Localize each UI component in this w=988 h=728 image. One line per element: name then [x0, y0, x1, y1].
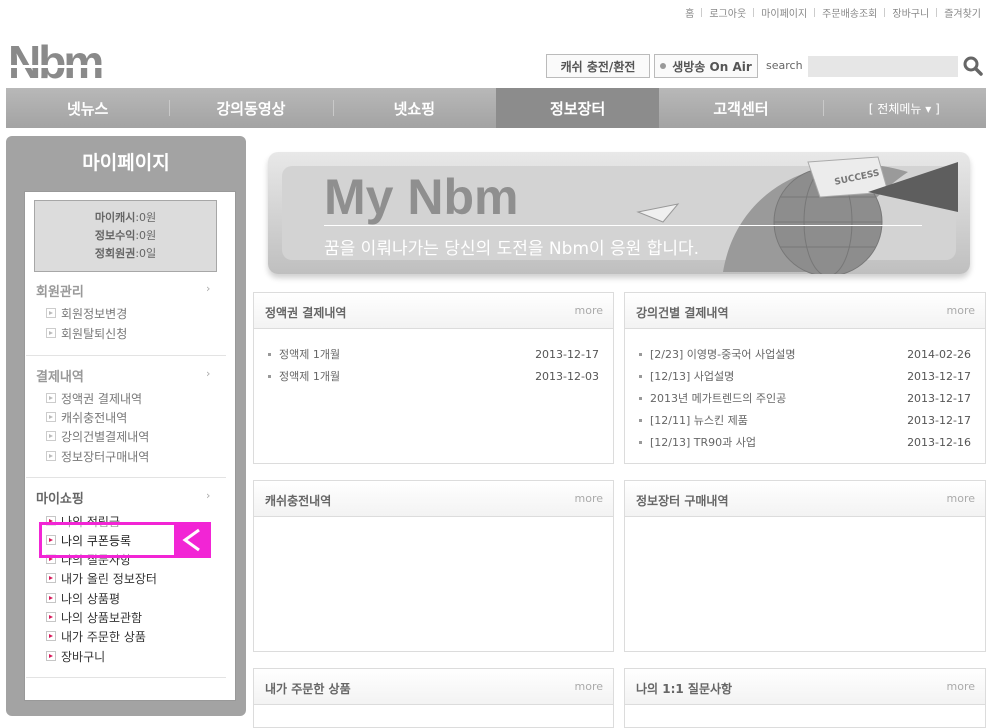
- list-item[interactable]: 정액제 1개월 2013-12-03: [268, 368, 599, 384]
- more-link[interactable]: more: [947, 304, 976, 317]
- summary-income: 정보수익:0원: [94, 229, 157, 242]
- nav-lecture-video[interactable]: 강의동영상: [169, 88, 332, 128]
- chevron-right-icon: ›: [206, 489, 211, 502]
- search-icon[interactable]: [962, 55, 984, 77]
- menu-item-withdraw[interactable]: 회원탈퇴신청: [46, 325, 127, 341]
- more-link[interactable]: more: [575, 304, 604, 317]
- bullet-icon: [268, 352, 271, 356]
- search-input[interactable]: [808, 56, 958, 77]
- bullet-icon: [639, 374, 642, 378]
- live-dot-icon: [660, 63, 667, 69]
- section-title-member[interactable]: 회원관리: [36, 281, 84, 300]
- more-link[interactable]: more: [947, 680, 976, 693]
- divider: [26, 355, 226, 356]
- arrow-box-icon: [46, 451, 56, 461]
- more-link[interactable]: more: [575, 680, 604, 693]
- panel-cash-history: 캐쉬충전내역 more: [253, 480, 614, 652]
- order-tracking-link[interactable]: 주문배송조회: [815, 5, 884, 20]
- bullet-icon: [639, 418, 642, 422]
- arrow-box-icon: [46, 393, 56, 403]
- bullet-icon: [639, 352, 642, 356]
- list-item[interactable]: [12/13] TR90과 사업 2013-12-16: [639, 434, 971, 450]
- nbm-logo[interactable]: Nbm: [8, 38, 112, 82]
- arrow-box-icon: [46, 412, 56, 422]
- chevron-left-icon: [182, 528, 200, 552]
- summary-cash: 마이캐시:0원: [94, 211, 157, 224]
- panel-title: 정액권 결제내역: [265, 306, 347, 320]
- menu-item-coupon-register[interactable]: 나의 쿠폰등록: [46, 532, 131, 548]
- panel-title: 캐쉬충전내역: [265, 494, 332, 508]
- more-link[interactable]: more: [947, 492, 976, 505]
- menu-item-reviews[interactable]: 나의 상품평: [46, 590, 120, 606]
- nav-customer-center[interactable]: 고객센터: [659, 88, 822, 128]
- nav-all-menu[interactable]: [ 전체메뉴 ▾ ]: [822, 88, 986, 128]
- bullet-icon: [639, 396, 642, 400]
- menu-item-my-market-posts[interactable]: 내가 올린 정보장터: [46, 570, 157, 586]
- search-label: search: [766, 59, 803, 72]
- arrow-box-icon: [46, 573, 56, 583]
- arrow-box-icon: [46, 612, 56, 622]
- panel-pass-payments: 정액권 결제내역 more 정액제 1개월 2013-12-17 정액제 1개월 2…: [253, 292, 614, 464]
- menu-item-cash-history[interactable]: 캐쉬충전내역: [46, 409, 127, 425]
- menu-item-pass-payments[interactable]: 정액권 결제내역: [46, 390, 142, 406]
- banner-title: My Nbm: [324, 169, 519, 225]
- list-item[interactable]: [2/23] 이영명-중국어 사업설명 2014-02-26: [639, 346, 971, 362]
- account-summary: 마이캐시:0원 정보수익:0원 정회원권:0일: [34, 200, 217, 272]
- bullet-icon: [268, 374, 271, 378]
- nav-netnews[interactable]: 넷뉴스: [6, 88, 169, 128]
- mypage-link[interactable]: 마이페이지: [754, 5, 814, 20]
- divider: [26, 477, 226, 478]
- nav-info-market[interactable]: 정보장터: [495, 88, 660, 128]
- summary-membership: 정회원권:0일: [94, 247, 157, 260]
- list-item[interactable]: [12/13] 사업설명 2013-12-17: [639, 368, 971, 384]
- menu-item-cart[interactable]: 장바구니: [46, 648, 105, 664]
- divider: [26, 677, 226, 678]
- arrow-box-icon: [46, 651, 56, 661]
- section-title-payment[interactable]: 결제내역: [36, 366, 84, 385]
- sidebar-title: 마이페이지: [82, 152, 170, 174]
- bookmark-link[interactable]: 즐겨찾기: [937, 5, 988, 20]
- list-item[interactable]: 정액제 1개월 2013-12-17: [268, 346, 599, 362]
- logout-link[interactable]: 로그아웃: [702, 5, 753, 20]
- banner-divider: [324, 225, 922, 226]
- panel-lecture-payments: 강의건별 결제내역 more [2/23] 이영명-중국어 사업설명 2014-0…: [624, 292, 986, 464]
- menu-item-edit-profile[interactable]: 회원정보변경: [46, 305, 127, 321]
- panel-my-questions: 나의 1:1 질문사항 more: [624, 668, 986, 728]
- panel-title: 나의 1:1 질문사항: [636, 682, 733, 696]
- more-link[interactable]: more: [575, 492, 604, 505]
- live-broadcast-button[interactable]: 생방송 On Air: [654, 54, 758, 78]
- utility-links: 홈 로그아웃 마이페이지 주문배송조회 장바구니 즐겨찾기: [678, 4, 988, 20]
- cash-charge-button[interactable]: 캐쉬 충전/환전: [546, 54, 650, 78]
- section-title-myshopping[interactable]: 마이쇼핑: [36, 488, 84, 507]
- arrow-box-icon: [46, 593, 56, 603]
- menu-item-market-purchases[interactable]: 정보장터구매내역: [46, 448, 149, 464]
- highlight-tab: [174, 525, 208, 555]
- panel-title: 강의건별 결제내역: [636, 306, 729, 320]
- list-item[interactable]: 2013년 메가트렌드의 주인공 2013-12-17: [639, 390, 971, 406]
- panel-my-orders: 내가 주문한 상품 more: [253, 668, 614, 728]
- panel-title: 내가 주문한 상품: [265, 682, 351, 696]
- chevron-right-icon: ›: [206, 282, 211, 295]
- nav-netshopping[interactable]: 넷쇼핑: [332, 88, 496, 128]
- menu-item-lecture-payments[interactable]: 강의건별결제내역: [46, 428, 149, 444]
- arrow-box-icon: [46, 431, 56, 441]
- menu-item-orders[interactable]: 내가 주문한 상품: [46, 628, 146, 644]
- arrow-box-icon: [46, 308, 56, 318]
- chevron-right-icon: ›: [206, 367, 211, 380]
- bullet-icon: [639, 440, 642, 444]
- panel-market-purchases: 정보장터 구매내역 more: [624, 480, 986, 652]
- logo-text: Nbm: [8, 38, 102, 82]
- menu-item-wishlist[interactable]: 나의 상품보관함: [46, 609, 142, 625]
- main-nav: 넷뉴스 강의동영상 넷쇼핑 정보장터 고객센터 [ 전체메뉴 ▾ ]: [6, 88, 986, 128]
- live-broadcast-label: 생방송 On Air: [672, 59, 752, 74]
- home-link[interactable]: 홈: [678, 5, 701, 20]
- arrow-box-icon: [46, 328, 56, 338]
- arrow-box-icon: [46, 631, 56, 641]
- panel-title: 정보장터 구매내역: [636, 494, 729, 508]
- cart-link[interactable]: 장바구니: [885, 5, 936, 20]
- list-item[interactable]: [12/11] 뉴스킨 제품 2013-12-17: [639, 412, 971, 428]
- arrow-box-icon: [46, 535, 56, 545]
- banner-subtitle: 꿈을 이뤄나가는 당신의 도전을 Nbm이 응원 합니다.: [324, 239, 700, 259]
